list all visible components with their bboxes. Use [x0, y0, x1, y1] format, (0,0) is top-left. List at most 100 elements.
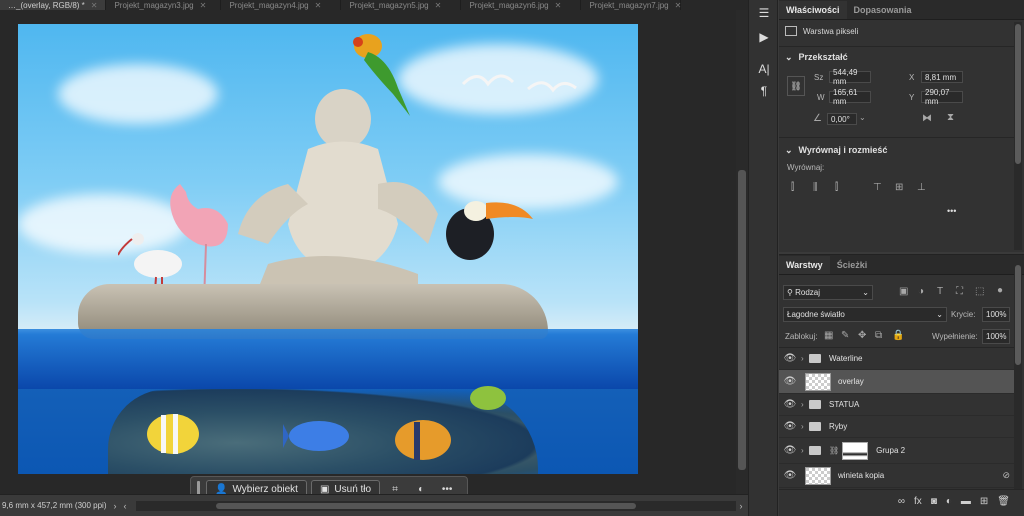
layers-scrollbar[interactable]: [1014, 261, 1022, 489]
y-label: Y: [909, 93, 915, 102]
document-size[interactable]: 9,6 mm x 457,2 mm (300 ppi): [0, 501, 110, 510]
close-icon[interactable]: ✕: [200, 1, 207, 10]
layer-name: Grupa 2: [876, 446, 906, 455]
play-icon[interactable]: ▶: [754, 28, 774, 46]
folder-icon: [809, 422, 821, 431]
y-field[interactable]: 290,07 mm: [921, 88, 963, 106]
blend-mode-select[interactable]: Łagodne światło ⌄: [783, 307, 947, 322]
visibility-eye-icon[interactable]: 👁: [779, 421, 801, 432]
horizontal-scrollbar[interactable]: [136, 500, 736, 511]
visibility-eye-icon[interactable]: 👁: [779, 353, 801, 364]
tab-adjustments[interactable]: Dopasowania: [847, 1, 919, 19]
document-tab[interactable]: Projekt_magazyn5.jpg ✕: [341, 0, 462, 10]
new-group-icon[interactable]: ▬: [961, 496, 971, 507]
align-left-edges-icon[interactable]: ⫿: [791, 182, 794, 193]
document-tab[interactable]: Projekt_magazyn4.jpg ✕: [221, 0, 342, 10]
layer-row-statua[interactable]: 👁 › STATUA: [779, 394, 1014, 416]
layer-row-winieta-kopia[interactable]: 👁 winieta kopia ⊘: [779, 464, 1014, 488]
chevron-right-icon[interactable]: ›: [801, 354, 809, 363]
filter-pixel-icon[interactable]: ▣: [899, 286, 908, 297]
scroll-thumb[interactable]: [216, 502, 636, 509]
align-right-edges-icon[interactable]: ⫿: [835, 182, 838, 193]
properties-panel-icon[interactable]: ☰: [754, 4, 774, 22]
trash-icon[interactable]: 🗑: [997, 496, 1010, 507]
close-icon[interactable]: ✕: [315, 1, 322, 10]
smart-filter-icon[interactable]: ⊘: [1002, 470, 1010, 481]
scroll-thumb[interactable]: [1015, 265, 1021, 365]
tab-layers[interactable]: Warstwy: [779, 256, 830, 274]
filter-adjustment-icon[interactable]: ◑: [918, 286, 924, 297]
new-layer-icon[interactable]: ⊞: [980, 496, 988, 507]
document-tab-active[interactable]: …_(overlay, RGB/8) * ✕: [0, 0, 107, 10]
chain-link-icon[interactable]: ⛓: [829, 446, 839, 455]
tab-properties[interactable]: Właściwości: [779, 1, 847, 19]
chevron-right-icon[interactable]: ›: [801, 400, 809, 409]
chevron-right-icon[interactable]: ›: [801, 446, 809, 455]
link-icon[interactable]: ⛓: [787, 76, 805, 96]
link-layers-icon[interactable]: ∞: [898, 496, 905, 507]
layer-row-ryby[interactable]: 👁 › Ryby: [779, 416, 1014, 438]
fx-icon[interactable]: fx: [914, 496, 922, 507]
align-horizontal-centers-icon[interactable]: ⫼: [813, 182, 818, 193]
close-icon[interactable]: ✕: [91, 1, 98, 10]
scroll-thumb[interactable]: [1015, 24, 1021, 164]
layer-row-grupa-2[interactable]: 👁 › ⛓ Grupa 2: [779, 438, 1014, 464]
flip-horizontal-icon[interactable]: ⧓: [922, 113, 932, 124]
angle-field[interactable]: 0,00°: [827, 113, 857, 125]
lock-artboard-icon[interactable]: ⧉: [875, 330, 882, 341]
layer-row-overlay[interactable]: 👁 overlay: [779, 370, 1014, 394]
close-icon[interactable]: ✕: [435, 1, 442, 10]
document-tab[interactable]: Projekt_magazyn3.jpg ✕: [106, 0, 222, 10]
butterflyfish-image: [147, 414, 199, 454]
filter-kind-label: Rodzaj: [795, 288, 820, 297]
lock-position-icon[interactable]: ✥: [858, 330, 866, 341]
close-icon[interactable]: ✕: [675, 1, 682, 10]
x-field[interactable]: 8,81 mm: [921, 71, 963, 83]
width-field[interactable]: 544,49 mm: [829, 68, 871, 86]
fill-field[interactable]: 100%: [982, 329, 1010, 344]
chevron-right-icon[interactable]: ›: [801, 422, 809, 431]
align-bottom-edges-icon[interactable]: ⊥: [917, 182, 926, 193]
chevron-right-icon[interactable]: ›: [736, 501, 746, 511]
visibility-eye-icon[interactable]: 👁: [779, 445, 801, 456]
more-options-button[interactable]: •••: [947, 206, 956, 216]
chevron-down-icon[interactable]: ⌄: [859, 113, 866, 122]
chevron-left-icon[interactable]: ‹: [120, 501, 130, 511]
layer-row-waterline[interactable]: 👁 › Waterline: [779, 348, 1014, 370]
chevron-right-icon[interactable]: ›: [110, 501, 120, 511]
align-top-edges-icon[interactable]: ⊤: [873, 182, 882, 193]
add-mask-icon[interactable]: ◙: [931, 496, 937, 507]
align-vertical-centers-icon[interactable]: ⊞: [895, 182, 903, 193]
align-section-header[interactable]: ⌄ Wyrównaj i rozmieść: [779, 141, 887, 159]
tab-paths[interactable]: Ścieżki: [830, 256, 875, 274]
layer-filter-select[interactable]: ⚲ Rodzaj ⌄: [783, 285, 873, 300]
new-adjustment-layer-icon[interactable]: ◐: [946, 496, 952, 507]
lock-image-icon[interactable]: ✎: [841, 330, 849, 341]
layer-type-row: Warstwa pikseli: [785, 26, 858, 36]
align-label: Wyrównaj:: [787, 163, 825, 172]
vertical-scrollbar[interactable]: [736, 10, 748, 494]
close-icon[interactable]: ✕: [555, 1, 562, 10]
character-panel-icon[interactable]: A|: [754, 60, 774, 78]
lock-transparency-icon[interactable]: ▦: [824, 330, 833, 341]
document-tab[interactable]: Projekt_magazyn7.jpg ✕: [581, 0, 682, 10]
paragraph-panel-icon[interactable]: ¶: [754, 82, 774, 100]
height-field[interactable]: 165,61 mm: [829, 88, 871, 106]
panel-scrollbar[interactable]: [1014, 22, 1022, 250]
flip-vertical-icon[interactable]: ⧗: [947, 112, 954, 123]
document-canvas[interactable]: [18, 24, 638, 474]
visibility-eye-icon[interactable]: 👁: [779, 399, 801, 410]
filter-toggle-icon[interactable]: ●: [997, 285, 1003, 296]
filter-shape-icon[interactable]: ⛶: [956, 286, 963, 297]
visibility-eye-icon[interactable]: 👁: [779, 470, 801, 481]
scroll-thumb[interactable]: [738, 170, 746, 470]
filter-smart-object-icon[interactable]: ⬚: [975, 286, 984, 297]
opacity-field[interactable]: 100%: [982, 307, 1010, 322]
filter-type-icon[interactable]: T: [937, 286, 943, 297]
transform-section-header[interactable]: ⌄ Przekształć: [779, 48, 848, 66]
lock-all-icon[interactable]: 🔒: [892, 330, 904, 341]
canvas-area[interactable]: 👤 Wybierz obiekt ▣ Usuń tło ⌗ ◐ •••: [0, 10, 740, 502]
visibility-eye-icon[interactable]: 👁: [779, 376, 801, 387]
document-tab[interactable]: Projekt_magazyn6.jpg ✕: [461, 0, 582, 10]
layer-mask-thumbnail[interactable]: [842, 441, 869, 460]
